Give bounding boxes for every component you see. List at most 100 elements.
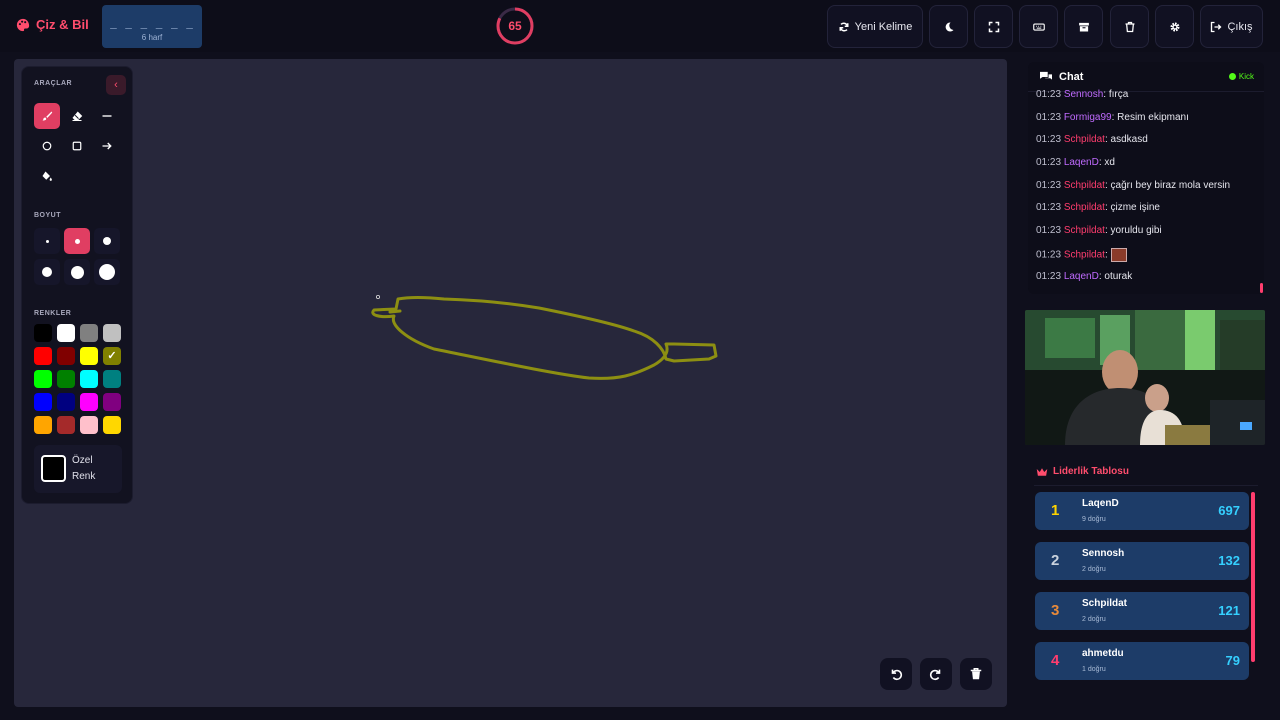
- tools-label: ARAÇLAR: [34, 80, 73, 87]
- eraser-tool[interactable]: [64, 103, 90, 129]
- brand-name: Çiz & Bil: [36, 17, 89, 32]
- color-swatch[interactable]: [80, 347, 98, 365]
- size-option-1[interactable]: [34, 228, 60, 254]
- app: Çiz & Bil _ _ _ _ _ _ 6 harf 65 Yeni Kel…: [0, 0, 1280, 720]
- color-swatch[interactable]: [57, 393, 75, 411]
- message-user[interactable]: LaqenD: [1064, 271, 1099, 282]
- color-swatch[interactable]: [34, 416, 52, 434]
- size-option-4[interactable]: [34, 259, 60, 285]
- chat-messages[interactable]: 01:23 Sennosh: fırça 01:23 Formiga99: Res…: [1036, 89, 1260, 293]
- size-option-6[interactable]: [94, 259, 120, 285]
- leaderboard-header: Liderlik Tablosu: [1036, 466, 1129, 477]
- undo-button[interactable]: [880, 658, 912, 690]
- color-swatch[interactable]: [103, 347, 121, 365]
- message-time: 01:23: [1036, 111, 1062, 123]
- brush-tool[interactable]: [34, 103, 60, 129]
- color-swatch[interactable]: [57, 324, 75, 342]
- message-user[interactable]: Schpildat: [1064, 202, 1105, 213]
- kick-status: Kick: [1228, 72, 1254, 81]
- color-swatch[interactable]: [103, 370, 121, 388]
- color-swatch[interactable]: [34, 347, 52, 365]
- fill-tool[interactable]: [34, 163, 60, 189]
- size-option-5[interactable]: [64, 259, 90, 285]
- collapse-panel-button[interactable]: ‹: [106, 75, 126, 95]
- message-user[interactable]: Schpildat: [1064, 225, 1105, 236]
- clear-button[interactable]: [1110, 5, 1149, 48]
- message-user[interactable]: Schpildat: [1064, 180, 1105, 191]
- custom-color-button[interactable]: Özel Renk: [34, 445, 122, 493]
- correct-count: 9 doğru: [1082, 516, 1106, 523]
- brush-icon: [42, 111, 53, 121]
- message-user[interactable]: Schpildat: [1064, 134, 1105, 145]
- settings-button[interactable]: [1155, 5, 1194, 48]
- drawing-canvas[interactable]: [14, 59, 1007, 707]
- player-score: 697: [1218, 503, 1240, 518]
- correct-count: 2 doğru: [1082, 566, 1106, 573]
- circle-tool[interactable]: [34, 133, 60, 159]
- leaderboard-scrollbar[interactable]: [1251, 492, 1255, 662]
- keyboard-button[interactable]: [1019, 5, 1058, 48]
- arrow-tool[interactable]: [94, 133, 120, 159]
- leaderboard-row[interactable]: 3 Schpildat 2 doğru 121: [1035, 592, 1249, 630]
- size-option-2[interactable]: [64, 228, 90, 254]
- line-tool[interactable]: [94, 103, 120, 129]
- trash-icon: [1125, 21, 1134, 32]
- leaderboard-divider: [1034, 485, 1258, 486]
- message-user[interactable]: Sennosh: [1064, 89, 1103, 100]
- color-swatch[interactable]: [80, 324, 98, 342]
- color-swatch[interactable]: [57, 416, 75, 434]
- webcam-feed: [1025, 310, 1265, 445]
- drawing-layer: [371, 294, 718, 380]
- clear-canvas-button[interactable]: [960, 658, 992, 690]
- color-swatch[interactable]: [34, 393, 52, 411]
- message-user[interactable]: Schpildat: [1064, 249, 1105, 260]
- color-swatch[interactable]: [103, 393, 121, 411]
- leaderboard-row[interactable]: 1 LaqenD 9 doğru 697: [1035, 492, 1249, 530]
- color-swatch[interactable]: [80, 416, 98, 434]
- redo-icon: [929, 669, 941, 681]
- palette-icon: [16, 18, 30, 31]
- size-option-3[interactable]: [94, 228, 120, 254]
- leaderboard-row[interactable]: 4 ahmetdu 1 doğru 79: [1035, 642, 1249, 680]
- undo-icon: [891, 669, 903, 681]
- leaderboard-row[interactable]: 2 Sennosh 2 doğru 132: [1035, 542, 1249, 580]
- player-score: 121: [1218, 603, 1240, 618]
- square-icon: [72, 141, 82, 151]
- archive-button[interactable]: [1064, 5, 1103, 48]
- size-dot: [74, 238, 80, 244]
- brush-cursor: [375, 294, 380, 299]
- theme-toggle-button[interactable]: [929, 5, 968, 48]
- fullscreen-button[interactable]: [974, 5, 1013, 48]
- message-user[interactable]: LaqenD: [1064, 157, 1099, 168]
- chat-message: 01:23 LaqenD: oturak: [1036, 271, 1260, 294]
- leaderboard-rank: 1: [1051, 502, 1060, 519]
- chat-panel: Chat Kick 01:23 Sennosh: fırça 01:23 Form…: [1028, 62, 1264, 294]
- message-text: : fırça: [1103, 89, 1129, 100]
- chat-message: 01:23 Schpildat: yoruldu gibi: [1036, 225, 1260, 248]
- chat-message: 01:23 Formiga99: Resim ekipmanı: [1036, 112, 1260, 135]
- size-dot: [45, 239, 49, 243]
- color-swatch[interactable]: [34, 324, 52, 342]
- expand-icon: [988, 21, 999, 32]
- chat-scrollbar[interactable]: [1260, 283, 1263, 293]
- word-length: 6 harf: [141, 33, 163, 42]
- color-swatch[interactable]: [80, 393, 98, 411]
- emote-image: [1110, 247, 1127, 262]
- rectangle-tool[interactable]: [64, 133, 90, 159]
- message-text: : oturak: [1098, 270, 1133, 282]
- crown-icon: [1036, 467, 1048, 476]
- size-dot: [42, 267, 52, 277]
- color-swatch[interactable]: [57, 370, 75, 388]
- webcam-image: [1025, 310, 1265, 445]
- new-word-button[interactable]: Yeni Kelime: [827, 5, 923, 48]
- size-dot: [103, 237, 111, 245]
- color-swatch[interactable]: [103, 416, 121, 434]
- color-swatch[interactable]: [57, 347, 75, 365]
- color-swatch[interactable]: [80, 370, 98, 388]
- color-swatch[interactable]: [34, 370, 52, 388]
- color-swatch[interactable]: [103, 324, 121, 342]
- exit-button[interactable]: Çıkış: [1200, 5, 1263, 48]
- live-dot: [1228, 73, 1236, 80]
- message-user[interactable]: Formiga99: [1064, 112, 1112, 123]
- redo-button[interactable]: [920, 658, 952, 690]
